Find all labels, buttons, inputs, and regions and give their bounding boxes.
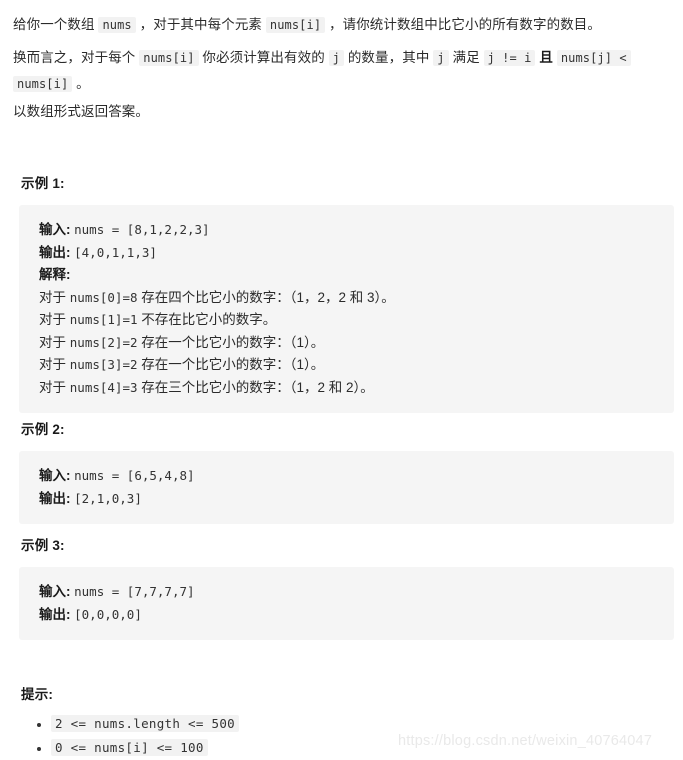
- example-2-heading: 示例 2:: [21, 422, 65, 437]
- text-segment: 。: [72, 76, 90, 91]
- inline-code-nums-i: nums[i]: [139, 50, 199, 66]
- example-row-output: 输出: [2,1,0,3]: [39, 488, 674, 511]
- explanation-prefix: 对于: [39, 312, 70, 327]
- problem-statement-paragraph-2: 换而言之，对于每个 nums[i] 你必须计算出有效的 j 的数量，其中 j 满…: [11, 45, 681, 97]
- explanation-prefix: 对于: [39, 289, 70, 305]
- list-item: 2 <= nums.length <= 500: [51, 712, 239, 736]
- explanation-text: 不存在比它小的数字。: [137, 312, 277, 327]
- emphasis-and: 且: [539, 50, 553, 65]
- row-label: 输出:: [39, 244, 71, 260]
- explanation-text: 存在四个比它小的数字：（1，2，2 和 3）。: [137, 289, 395, 305]
- row-label: 输出:: [39, 490, 71, 506]
- text-segment: 的数量，其中: [343, 50, 434, 65]
- row-label: 输出:: [39, 606, 71, 622]
- explanation-text: 存在一个比它小的数字：（1）。: [137, 357, 325, 372]
- row-value: nums = [6,5,4,8]: [74, 468, 195, 483]
- text-segment: 给你一个数组: [13, 17, 99, 32]
- watermark-url: https://blog.csdn.net/weixin_40764047: [398, 733, 653, 749]
- row-value: nums = [7,7,7,7]: [74, 584, 195, 599]
- text-segment: 满足: [448, 50, 484, 65]
- example-3-code-block: 输入: nums = [7,7,7,7] 输出: [0,0,0,0]: [19, 567, 674, 640]
- explanation-line: 对于 nums[4]=3 存在三个比它小的数字：（1，2 和 2）。: [39, 377, 674, 400]
- example-row-input: 输入: nums = [8,1,2,2,3]: [39, 219, 674, 242]
- text-segment: ，对于其中每个元素: [135, 17, 266, 32]
- inline-code-nums-i: nums[i]: [265, 17, 326, 33]
- inline-code-j-neq-i: j != i: [483, 50, 536, 66]
- row-label: 输入:: [39, 222, 71, 237]
- explanation-line: 对于 nums[2]=2 存在一个比它小的数字：（1）。: [39, 332, 674, 355]
- explanation-prefix: 对于: [39, 379, 70, 395]
- problem-statement-paragraph-1: 给你一个数组 nums ，对于其中每个元素 nums[i] ，请你统计数组中比它…: [11, 12, 677, 38]
- inline-code-nums-i: nums[i]: [13, 76, 73, 92]
- example-row-input: 输入: nums = [7,7,7,7]: [39, 581, 674, 604]
- hint-constraint-length: 2 <= nums.length <= 500: [51, 715, 239, 732]
- inline-code-j: j: [433, 50, 449, 66]
- explanation-prefix: 对于: [39, 334, 70, 350]
- example-row-output: 输出: [4,0,1,1,3]: [39, 242, 674, 265]
- explanation-code: nums[3]=2: [69, 357, 138, 372]
- example-row-explanation-label: 解释:: [39, 264, 674, 287]
- example-3-heading: 示例 3:: [21, 538, 65, 553]
- problem-page: 给你一个数组 nums ，对于其中每个元素 nums[i] ，请你统计数组中比它…: [0, 0, 683, 760]
- example-1-code-block: 输入: nums = [8,1,2,2,3] 输出: [4,0,1,1,3] 解…: [19, 205, 674, 413]
- example-1-heading: 示例 1:: [21, 176, 65, 191]
- row-value: [4,0,1,1,3]: [74, 244, 157, 260]
- explanation-line: 对于 nums[1]=1 不存在比它小的数字。: [39, 309, 674, 332]
- explanation-code: nums[2]=2: [69, 334, 138, 350]
- text-segment: 换而言之，对于每个: [13, 50, 140, 65]
- text-segment: 你必须计算出有效的: [198, 50, 329, 65]
- hint-constraint-value: 0 <= nums[i] <= 100: [51, 739, 208, 756]
- row-label: 解释:: [39, 267, 71, 282]
- hints-list: 2 <= nums.length <= 500 0 <= nums[i] <= …: [21, 712, 239, 760]
- row-label: 输入:: [39, 468, 71, 483]
- row-label: 输入:: [39, 584, 71, 599]
- text-segment: ，请你统计数组中比它小的所有数字的数目。: [325, 17, 602, 32]
- example-2-code-block: 输入: nums = [6,5,4,8] 输出: [2,1,0,3]: [19, 451, 674, 524]
- hints-heading: 提示:: [21, 687, 54, 702]
- explanation-code: nums[0]=8: [69, 289, 138, 305]
- row-value: nums = [8,1,2,2,3]: [74, 222, 210, 237]
- explanation-line: 对于 nums[3]=2 存在一个比它小的数字：（1）。: [39, 354, 674, 377]
- inline-code-j: j: [328, 50, 344, 66]
- row-value: [2,1,0,3]: [74, 490, 142, 506]
- row-value: [0,0,0,0]: [74, 606, 142, 622]
- list-item: 0 <= nums[i] <= 100: [51, 736, 239, 760]
- inline-code-nums-j-lt: nums[j] <: [556, 50, 631, 66]
- explanation-code: nums[4]=3: [69, 379, 138, 395]
- explanation-prefix: 对于: [39, 357, 70, 372]
- explanation-text: 存在三个比它小的数字：（1，2 和 2）。: [137, 379, 374, 395]
- explanation-text: 存在一个比它小的数字：（1）。: [137, 334, 325, 350]
- explanation-line: 对于 nums[0]=8 存在四个比它小的数字：（1，2，2 和 3）。: [39, 287, 674, 310]
- explanation-code: nums[1]=1: [69, 312, 138, 327]
- inline-code-nums: nums: [98, 17, 136, 33]
- problem-statement-paragraph-3: 以数组形式返回答案。: [13, 104, 149, 119]
- example-row-output: 输出: [0,0,0,0]: [39, 604, 674, 627]
- example-row-input: 输入: nums = [6,5,4,8]: [39, 465, 674, 488]
